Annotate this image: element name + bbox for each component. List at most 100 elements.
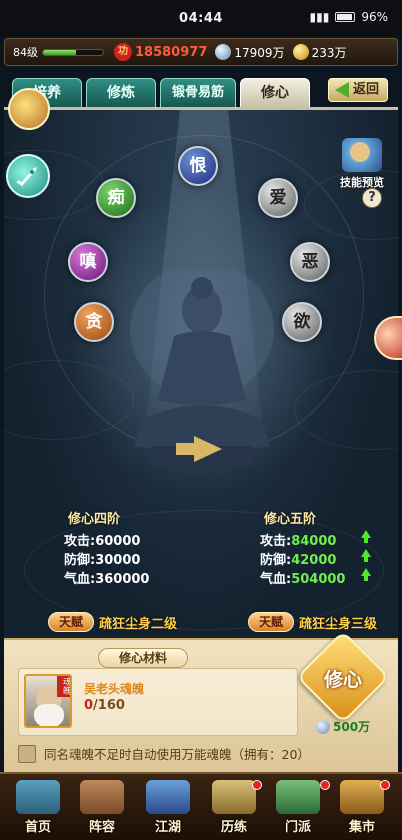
exp-bar-fill <box>43 49 76 55</box>
tab-mind-cultivation[interactable]: 修心 <box>240 78 310 108</box>
orb-hatred[interactable]: 恨 <box>178 146 218 186</box>
skill-preview-icon <box>342 138 382 172</box>
signal-icon: ▮▮▮ <box>309 10 330 24</box>
status-icons: ▮▮▮ 96% <box>310 10 388 24</box>
hp-label: 气血: <box>260 572 292 587</box>
power-icon: 功 <box>114 43 132 61</box>
silver-coin-icon <box>316 719 330 734</box>
auto-use-text: 同名魂魄不足时自动使用万能魂魄（拥有：20） <box>44 747 310 762</box>
back-arrow-icon <box>335 82 349 98</box>
auto-use-option: 同名魂魄不足时自动使用万能魂魄（拥有：20） <box>18 744 310 763</box>
back-label: 返回 <box>352 82 379 97</box>
refine-label: 修心 <box>323 669 362 691</box>
talent-next: 天赋 疏狂尘身三级 <box>248 612 377 632</box>
gold-ingot-icon <box>292 44 309 60</box>
talent-current-label: 疏狂尘身二级 <box>99 616 178 632</box>
refine-cost: 500万 <box>316 718 370 735</box>
orb-greed[interactable]: 贪 <box>74 302 114 342</box>
rocket-icon[interactable] <box>6 154 50 198</box>
cost-amount: 500万 <box>333 720 371 734</box>
skill-preview-label: 技能预览 <box>340 176 384 189</box>
training-icon <box>212 780 256 814</box>
talent-current: 天赋 疏狂尘身二级 <box>48 612 177 632</box>
material-title: 修心材料 <box>98 648 188 668</box>
tab-train[interactable]: 修炼 <box>86 78 156 108</box>
hp-value: 360000 <box>95 572 150 587</box>
orb-evil[interactable]: 恶 <box>290 242 330 282</box>
nav-label: 首页 <box>24 820 51 835</box>
back-button[interactable]: 返回 <box>328 78 388 102</box>
nav-home[interactable]: 首页 <box>10 780 66 838</box>
increase-arrow-icon <box>361 530 371 543</box>
exp-bar <box>42 48 104 56</box>
orb-delusion[interactable]: 痴 <box>96 178 136 218</box>
orb-anger[interactable]: 嗔 <box>68 242 108 282</box>
player-level: 84级 <box>13 46 38 59</box>
nav-sect[interactable]: 门派 <box>270 780 330 838</box>
nav-training[interactable]: 历练 <box>206 780 262 838</box>
current-attack: 攻击:60000 <box>64 530 140 549</box>
status-bar: 04:44 ▮▮▮ 96% <box>0 0 402 36</box>
help-button[interactable]: ? <box>362 188 382 208</box>
nav-label: 集市 <box>348 820 375 835</box>
rocket-glyph <box>16 167 37 190</box>
battery-level: 96% <box>361 10 388 24</box>
gold-amount: 233万 <box>311 45 347 60</box>
jianghu-icon <box>146 780 190 814</box>
home-icon <box>16 780 60 814</box>
hp-label: 气血: <box>64 572 96 587</box>
nav-label: 历练 <box>220 820 247 835</box>
material-panel: 修心材料 魂魄 吴老头魂魄 0/160 修心 500万 同名魂魄不足时自动使用万… <box>4 630 398 772</box>
nav-market[interactable]: 集市 <box>334 780 390 838</box>
skill-preview-button[interactable]: 技能预览 <box>332 138 392 190</box>
combat-power: 18580977 <box>135 44 208 60</box>
nav-lineup[interactable]: 阵容 <box>74 780 130 838</box>
tab-bone-forging[interactable]: 锻骨易筋 <box>160 78 236 108</box>
portrait-beard <box>34 704 64 726</box>
next-hp: 气血:504000 <box>260 568 345 587</box>
attack-value: 60000 <box>95 534 141 549</box>
next-stage-title: 修心五阶 <box>264 512 317 527</box>
material-count: 0/160 <box>84 698 125 713</box>
current-hp: 气血:360000 <box>64 568 149 587</box>
nav-jianghu[interactable]: 江湖 <box>140 780 196 838</box>
next-attack: 攻击:84000 <box>260 530 336 549</box>
attack-label: 攻击: <box>64 534 96 549</box>
orb-love[interactable]: 爱 <box>258 178 298 218</box>
resource-bar: 84级 功 18580977 17909万 233万 <box>4 38 398 66</box>
market-icon <box>340 780 384 814</box>
increase-arrow-icon <box>361 549 371 562</box>
upgrade-arrow-icon <box>176 436 222 462</box>
notification-dot <box>380 780 390 790</box>
talent-badge: 天赋 <box>48 612 94 632</box>
defense-value: 42000 <box>291 553 337 568</box>
attack-value: 84000 <box>291 534 337 549</box>
current-defense: 防御:30000 <box>64 549 140 568</box>
material-need: 160 <box>97 698 125 713</box>
notification-dot <box>320 780 330 790</box>
nav-label: 门派 <box>284 820 311 835</box>
talent-next-label: 疏狂尘身三级 <box>299 616 378 632</box>
nav-label: 江湖 <box>154 820 181 835</box>
material-have: 0 <box>84 698 94 713</box>
soul-tag: 魂魄 <box>57 676 70 697</box>
notification-dot <box>252 780 262 790</box>
defense-label: 防御: <box>260 553 292 568</box>
mascot-icon[interactable] <box>8 88 50 130</box>
silver-coin-icon <box>215 44 232 60</box>
sect-icon <box>276 780 320 814</box>
current-stage-title: 修心四阶 <box>68 512 121 527</box>
defense-value: 30000 <box>95 553 141 568</box>
increase-arrow-icon <box>361 568 371 581</box>
tab-bar: 培养 修炼 锻骨易筋 修心 <box>12 78 310 108</box>
soul-item-icon[interactable]: 魂魄 <box>24 674 72 728</box>
battery-icon <box>335 12 356 22</box>
orb-desire[interactable]: 欲 <box>282 302 322 342</box>
auto-use-checkbox[interactable] <box>18 744 36 763</box>
material-name: 吴老头魂魄 <box>84 682 145 696</box>
bottom-navigation: 首页 阵容 江湖 历练 门派 集市 <box>0 772 402 840</box>
defense-label: 防御: <box>64 553 96 568</box>
talent-badge: 天赋 <box>248 612 294 632</box>
silver-amount: 17909万 <box>234 45 285 60</box>
lineup-icon <box>80 780 124 814</box>
